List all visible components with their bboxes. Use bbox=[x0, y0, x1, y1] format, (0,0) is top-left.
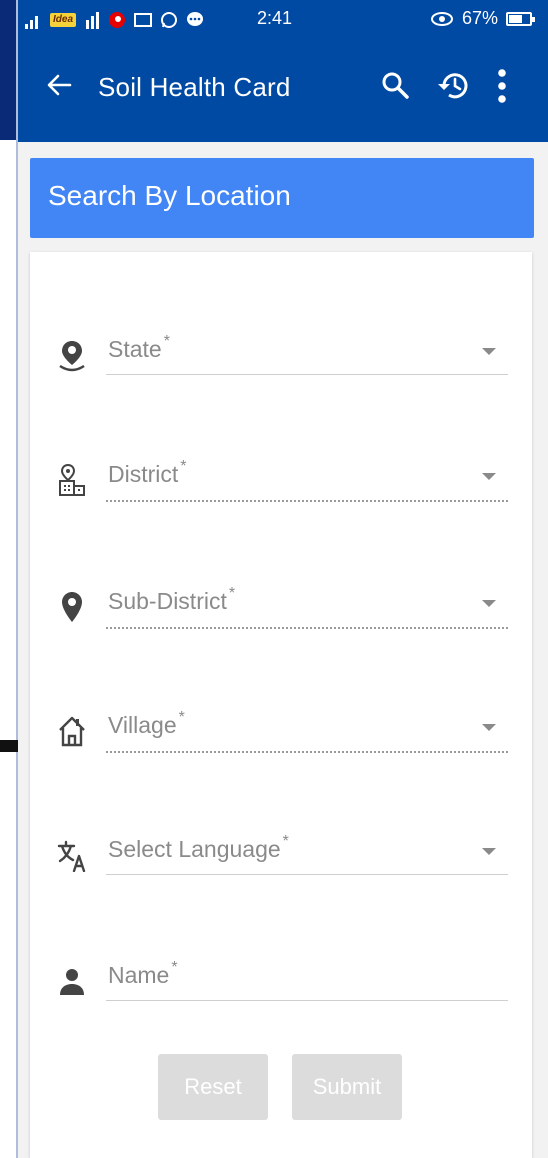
signal-icon bbox=[25, 16, 38, 29]
search-form-card: State * District * Sub-District * Villag… bbox=[30, 252, 532, 1158]
chevron-down-icon bbox=[482, 348, 496, 355]
app-bar: Soil Health Card bbox=[18, 38, 548, 142]
state-label: State * bbox=[108, 333, 170, 363]
translate-icon bbox=[57, 840, 86, 872]
person-pin-icon bbox=[59, 341, 85, 372]
language-dropdown[interactable]: Select Language * bbox=[30, 824, 532, 894]
language-label-text: Select Language bbox=[108, 836, 281, 862]
arrow-back-icon[interactable] bbox=[44, 70, 74, 100]
location-pin-icon bbox=[62, 592, 82, 622]
state-underline bbox=[106, 374, 508, 375]
screen-mirror-icon bbox=[134, 13, 153, 27]
name-label: Name * bbox=[108, 959, 178, 989]
chevron-down-icon bbox=[482, 600, 496, 607]
district-label-text: District bbox=[108, 461, 179, 487]
section-header: Search By Location bbox=[30, 158, 534, 238]
sub-district-underline bbox=[106, 627, 508, 629]
battery-icon bbox=[506, 11, 535, 26]
sub-district-label: Sub-District * bbox=[108, 585, 236, 615]
required-marker: * bbox=[282, 833, 289, 850]
signal-icon-2 bbox=[86, 12, 100, 29]
status-bar: Idea 2:41 67% bbox=[18, 0, 548, 38]
phone-screen: Idea 2:41 67% Soil Health Card Search By… bbox=[18, 0, 548, 1158]
village-label-text: Village bbox=[108, 712, 177, 738]
name-field[interactable]: Name * bbox=[30, 950, 532, 1020]
more-vert-icon[interactable] bbox=[496, 68, 508, 104]
state-dropdown[interactable]: State * bbox=[30, 324, 532, 394]
messenger-icon bbox=[187, 12, 204, 26]
person-icon bbox=[60, 969, 84, 995]
eye-comfort-icon bbox=[430, 11, 453, 26]
district-label: District * bbox=[108, 458, 187, 488]
home-icon bbox=[59, 716, 85, 747]
name-label-text: Name bbox=[108, 962, 170, 988]
vodafone-icon bbox=[109, 12, 126, 28]
chevron-down-icon bbox=[482, 473, 496, 480]
district-dropdown[interactable]: District * bbox=[30, 449, 532, 519]
whatsapp-icon bbox=[161, 12, 178, 28]
carrier-badge: Idea bbox=[50, 13, 77, 27]
language-underline bbox=[106, 874, 508, 875]
app-title: Soil Health Card bbox=[98, 72, 291, 102]
history-icon[interactable] bbox=[436, 70, 470, 102]
sub-district-dropdown[interactable]: Sub-District * bbox=[30, 576, 532, 646]
language-label: Select Language * bbox=[108, 833, 289, 863]
village-label: Village * bbox=[108, 709, 185, 739]
village-underline bbox=[106, 751, 508, 753]
status-right: 67% bbox=[430, 8, 535, 29]
section-title: Search By Location bbox=[48, 180, 291, 211]
battery-percent: 67% bbox=[461, 8, 498, 28]
required-marker: * bbox=[228, 585, 236, 602]
district-building-icon bbox=[59, 463, 85, 496]
chevron-down-icon bbox=[482, 848, 496, 855]
required-marker: * bbox=[180, 458, 187, 475]
required-marker: * bbox=[163, 333, 170, 350]
status-time: 2:41 bbox=[257, 8, 293, 28]
name-underline bbox=[106, 1000, 508, 1001]
sub-district-label-text: Sub-District bbox=[108, 588, 227, 614]
state-label-text: State bbox=[108, 336, 162, 362]
required-marker: * bbox=[171, 959, 178, 976]
search-icon[interactable] bbox=[380, 70, 410, 100]
chevron-down-icon bbox=[482, 724, 496, 731]
submit-button[interactable]: Submit bbox=[292, 1054, 402, 1120]
village-dropdown[interactable]: Village * bbox=[30, 700, 532, 770]
status-left: Idea bbox=[24, 9, 206, 31]
required-marker: * bbox=[178, 709, 185, 726]
left-strip bbox=[0, 0, 16, 140]
battery-fill bbox=[509, 14, 522, 23]
reset-button[interactable]: Reset bbox=[158, 1054, 268, 1120]
district-underline bbox=[106, 500, 508, 502]
